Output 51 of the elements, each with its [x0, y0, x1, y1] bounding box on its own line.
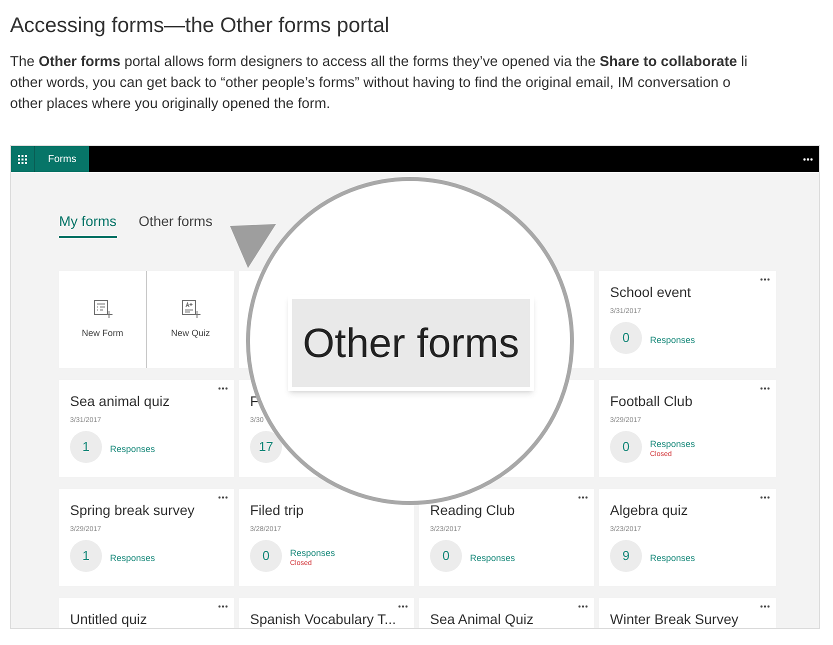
responses-link[interactable]: Responses [290, 546, 336, 558]
tab[interactable]: Other forms [138, 211, 212, 238]
form-title: Sea Animal Quiz [430, 610, 534, 628]
article-heading: Accessing forms—the Other forms portal [10, 13, 390, 39]
form-card[interactable]: Untitled quiz [59, 598, 234, 628]
more-icon[interactable] [218, 387, 228, 390]
form-title: Algebra quiz [610, 501, 688, 519]
more-icon[interactable] [760, 278, 770, 281]
form-title: Spanish Vocabulary T... [250, 610, 396, 628]
response-count: 1 [70, 540, 102, 572]
app-launcher-button[interactable] [11, 146, 35, 172]
form-add-icon [92, 298, 112, 319]
article-paragraph: The Other forms portal allows form designers to access all the forms they’ve opened via the Share to collaborate li other words, you can get back to “other people’s forms” without having to find the original email, IM conversation o other places where you originally opened the form. [10, 53, 748, 114]
form-title: Winter Break Survey [610, 610, 738, 628]
response-count: 17 [250, 431, 282, 463]
app-name[interactable]: Forms [35, 146, 90, 172]
form-card[interactable]: Sea Animal Quiz [419, 598, 594, 628]
more-icon[interactable] [760, 496, 770, 499]
responses-link[interactable]: Responses [650, 438, 696, 450]
response-count: 0 [610, 322, 642, 354]
response-count: 1 [70, 431, 102, 463]
response-count: 0 [430, 540, 462, 572]
form-title: Filed trip [250, 501, 304, 519]
form-title: School event [610, 283, 691, 301]
callout-pointer [230, 224, 277, 269]
more-icon[interactable] [760, 387, 770, 390]
form-title: Spring break survey [70, 501, 195, 519]
responses-link[interactable]: Responses [650, 552, 696, 564]
form-card[interactable]: Spanish Vocabulary T... [239, 598, 414, 628]
more-icon[interactable] [760, 605, 770, 608]
waffle-icon [18, 154, 27, 164]
responses-link[interactable]: Responses [650, 334, 696, 346]
quiz-add-icon [180, 298, 200, 319]
responses-link[interactable]: Responses [110, 442, 156, 454]
response-count: 9 [610, 540, 642, 572]
responses-link[interactable]: Responses [110, 552, 156, 564]
more-icon[interactable] [578, 605, 588, 608]
form-title: Football Club [610, 392, 692, 410]
more-icon[interactable] [218, 496, 228, 499]
form-card[interactable]: Winter Break Survey [599, 598, 776, 628]
more-icon[interactable] [803, 158, 813, 160]
response-count: 0 [250, 540, 282, 572]
more-icon[interactable] [218, 605, 228, 608]
more-icon[interactable] [398, 605, 408, 608]
form-title: Sea animal quiz [70, 392, 170, 410]
form-title: Reading Club [430, 501, 515, 519]
form-title: Untitled quiz [70, 610, 148, 628]
responses-link[interactable]: Responses [470, 552, 516, 564]
tab[interactable]: My forms [59, 211, 117, 238]
response-count: 0 [610, 431, 642, 463]
more-icon[interactable] [578, 496, 588, 499]
